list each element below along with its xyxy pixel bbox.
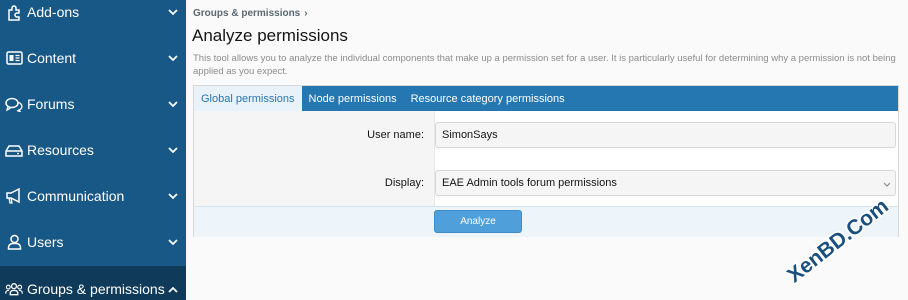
username-field[interactable] [435, 122, 896, 148]
puzzle-icon [5, 3, 23, 21]
display-selected-value: EAE Admin tools forum permissions [442, 177, 617, 189]
sidebar-item-groups-permissions[interactable]: Groups & permissions [0, 266, 186, 300]
watermark-text: XenBD.Com [783, 194, 893, 287]
chevron-down-icon [166, 192, 180, 200]
sidebar-item-add-ons[interactable]: Add-ons [0, 0, 186, 35]
sidebar-item-communication[interactable]: Communication [0, 173, 186, 219]
username-input[interactable] [442, 129, 889, 141]
user-icon [5, 233, 23, 251]
chevron-down-icon [166, 146, 180, 154]
sidebar-item-content[interactable]: Content [0, 35, 186, 81]
page-title: Analyze permissions [192, 26, 348, 45]
tab-global-permissions[interactable]: Global permissions [194, 86, 302, 111]
sidebar-item-users[interactable]: Users [0, 219, 186, 265]
sidebar-item-label: Groups & permissions [27, 281, 165, 297]
breadcrumb-link[interactable]: Groups & permissions [193, 8, 300, 19]
sidebar-item-label: Communication [27, 188, 125, 204]
chevron-down-icon [166, 8, 180, 16]
sidebar-item-label: Resources [27, 142, 94, 158]
breadcrumb: Groups & permissions › [193, 8, 308, 19]
sidebar-item-forums[interactable]: Forums [0, 81, 186, 127]
page-description: This tool allows you to analyze the indi… [193, 53, 896, 77]
chevron-down-icon [166, 238, 180, 246]
tab-resource-category-permissions[interactable]: Resource category permissions [404, 86, 572, 111]
sidebar-item-resources[interactable]: Resources [0, 127, 186, 173]
bullhorn-icon [5, 187, 23, 205]
tab-bar: Global permissions Node permissions Reso… [194, 86, 898, 111]
watermark: XenBD.Com [782, 186, 902, 296]
chevron-up-icon [166, 286, 180, 293]
content-icon [5, 49, 23, 67]
select-arrow-icon [883, 179, 891, 187]
chevron-down-icon [166, 54, 180, 62]
display-label: Display: [384, 177, 424, 189]
sidebar-item-label: Forums [27, 96, 75, 112]
sidebar-item-label: Content [27, 50, 77, 66]
username-row: User name: [194, 122, 898, 148]
username-label: User name: [367, 129, 424, 141]
breadcrumb-separator: › [304, 8, 308, 19]
analyze-button[interactable]: Analyze [434, 210, 522, 233]
users-icon [5, 280, 23, 298]
hdd-icon [5, 141, 23, 159]
sidebar-item-label: Users [27, 234, 64, 250]
tab-node-permissions[interactable]: Node permissions [302, 86, 404, 111]
comments-icon [5, 95, 23, 113]
watermark-graphic: XenBD.Com [782, 193, 895, 289]
sidebar-item-label: Add-ons [27, 4, 80, 20]
chevron-down-icon [166, 100, 180, 108]
sidebar: Add-ons Content Forums Resources Communi… [0, 0, 186, 300]
